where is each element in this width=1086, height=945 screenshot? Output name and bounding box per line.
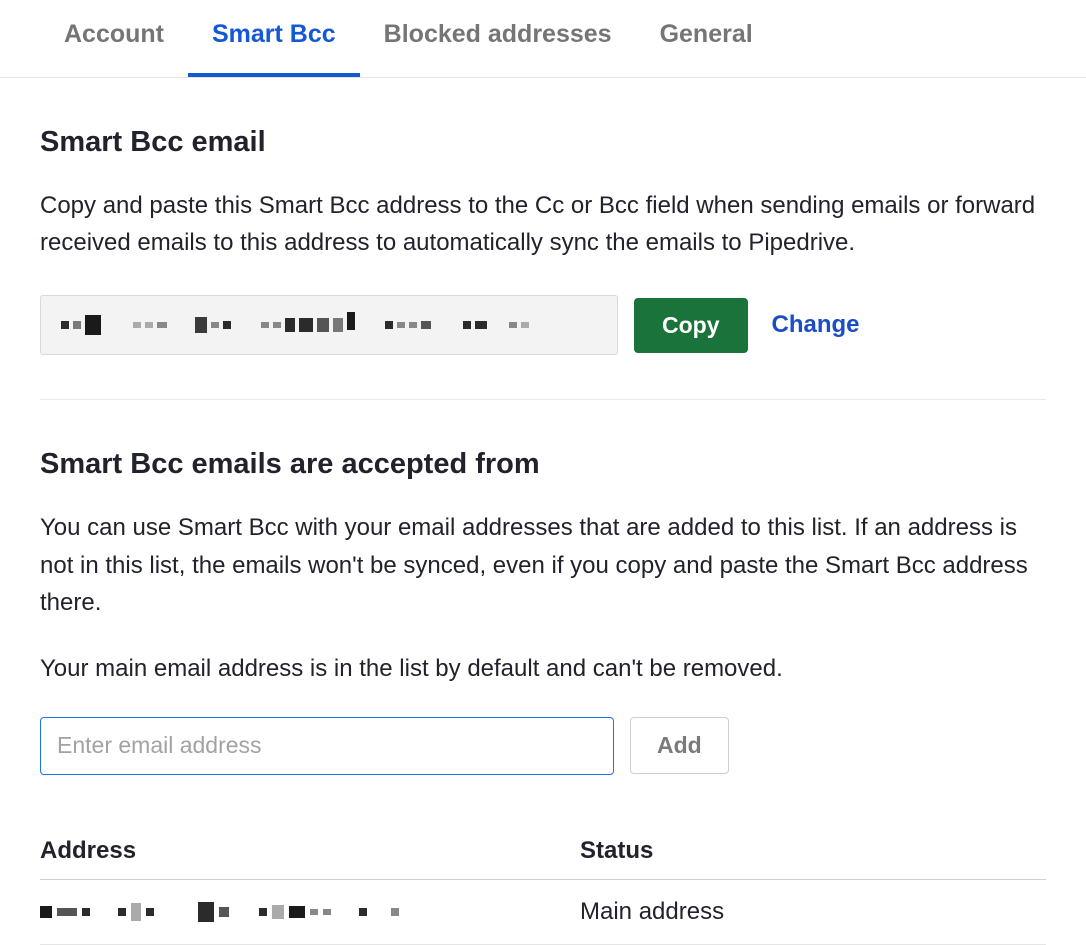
table-header-address: Address [40,837,580,865]
bcc-address-field [40,295,618,355]
section-title-accepted-from: Smart Bcc emails are accepted from [40,448,1046,481]
tab-blocked-addresses[interactable]: Blocked addresses [360,0,636,77]
section-title-smart-bcc-email: Smart Bcc email [40,126,1046,159]
redacted-email-address [40,902,580,922]
change-link[interactable]: Change [764,311,860,339]
settings-tabs: Account Smart Bcc Blocked addresses Gene… [0,0,1086,78]
section-desc-accepted-from: You can use Smart Bcc with your email ad… [40,509,1046,621]
table-cell-status: Main address [580,898,1046,926]
smart-bcc-email-section: Smart Bcc email Copy and paste this Smar… [40,78,1046,400]
email-address-input[interactable] [40,717,614,775]
bcc-address-row: Copy Change [40,295,1046,400]
section-note-main-address: Your main email address is in the list b… [40,655,1046,683]
table-header: Address Status [40,823,1046,880]
email-addresses-table: Address Status [40,823,1046,945]
tab-account[interactable]: Account [40,0,188,77]
add-email-row: Add [40,717,1046,775]
tab-smart-bcc[interactable]: Smart Bcc [188,0,360,77]
table-row: Main address [40,880,1046,945]
add-button[interactable]: Add [630,717,729,774]
table-header-status: Status [580,837,1046,865]
tab-general[interactable]: General [636,0,777,77]
table-cell-address [40,902,580,922]
accepted-from-section: Smart Bcc emails are accepted from You c… [40,400,1046,945]
copy-button[interactable]: Copy [634,298,748,353]
redacted-bcc-address [61,315,597,335]
section-desc-smart-bcc-email: Copy and paste this Smart Bcc address to… [40,187,1046,261]
